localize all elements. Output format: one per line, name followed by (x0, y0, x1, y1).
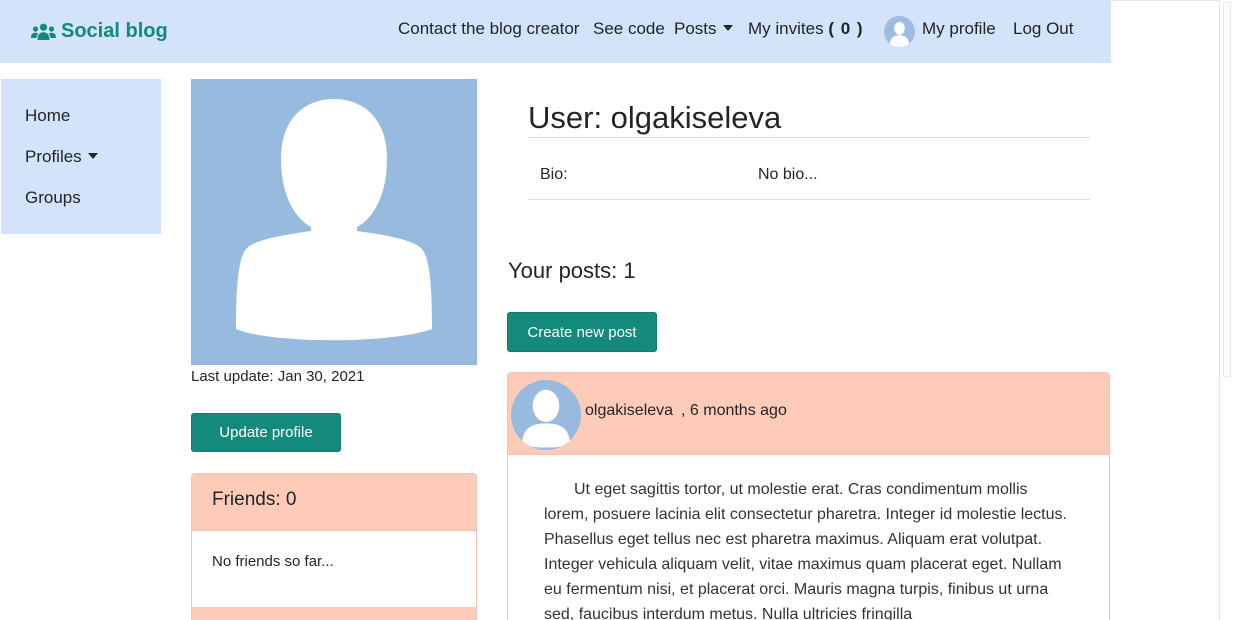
user-avatar-icon[interactable] (511, 380, 581, 450)
friends-empty-text: No friends so far... (212, 553, 334, 570)
nav-log-out-link[interactable]: Log Out (1013, 19, 1074, 39)
post-author-link[interactable]: olgakiseleva (585, 402, 673, 420)
create-new-post-button[interactable]: Create new post (507, 312, 657, 352)
sidebar-item-home[interactable]: Home (25, 106, 70, 126)
post-timestamp: , 6 months ago (681, 402, 787, 419)
post-card: olgakiseleva , 6 months ago Ut eget sagi… (507, 372, 1110, 620)
friends-title: Friends: 0 (192, 474, 476, 531)
nav-see-code-link[interactable]: See code (593, 19, 665, 39)
top-navbar: Social blog Contact the blog creator See… (0, 0, 1111, 63)
nav-contact-link[interactable]: Contact the blog creator (398, 19, 579, 39)
last-update-text: Last update: Jan 30, 2021 (191, 368, 365, 385)
user-avatar-icon[interactable] (884, 16, 915, 47)
window-top-border (1111, 0, 1233, 1)
nav-posts-label: Posts (674, 19, 717, 38)
sidebar: Home Profiles Groups (1, 79, 161, 234)
bio-divider (528, 199, 1090, 200)
invites-count-badge: ( 0 ) (828, 19, 864, 38)
sidebar-item-profiles[interactable]: Profiles (25, 147, 98, 167)
title-divider (528, 137, 1090, 138)
sidebar-item-profiles-label: Profiles (25, 147, 82, 166)
post-header: olgakiseleva , 6 months ago (508, 373, 1109, 455)
post-body: Ut eget sagittis tortor, ut molestie era… (544, 481, 1067, 620)
friends-card: Friends: 0 No friends so far... (191, 473, 477, 620)
page-title: User: olgakiseleva (528, 100, 782, 135)
scrollbar-thumb[interactable] (1223, 2, 1231, 377)
chevron-down-icon (87, 153, 98, 159)
brand-label: Social blog (61, 20, 168, 42)
bio-value: No bio... (758, 166, 818, 183)
posts-heading: Your posts: 1 (508, 258, 636, 283)
nav-invites-link[interactable]: My invites ( 0 ) (748, 19, 864, 39)
nav-my-profile-link[interactable]: My profile (922, 19, 996, 39)
bio-label: Bio: (540, 166, 568, 183)
users-icon (31, 23, 56, 41)
update-profile-button[interactable]: Update profile (191, 413, 341, 452)
vertical-scrollbar[interactable] (1219, 0, 1233, 620)
sidebar-item-groups[interactable]: Groups (25, 188, 81, 208)
user-silhouette-icon (236, 99, 432, 341)
nav-posts-dropdown[interactable]: Posts (674, 19, 733, 39)
nav-invites-label: My invites (748, 19, 824, 38)
brand-link[interactable]: Social blog (31, 20, 168, 43)
profile-picture (191, 79, 477, 365)
chevron-down-icon (722, 25, 733, 31)
friends-card-footer (192, 607, 476, 620)
